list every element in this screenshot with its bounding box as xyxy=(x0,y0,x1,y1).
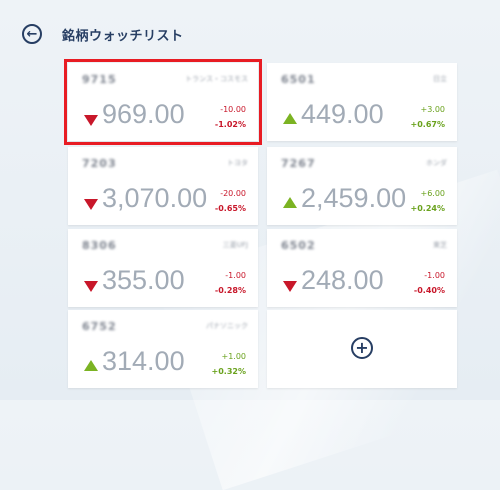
stock-name: パナソニック xyxy=(206,322,248,330)
stock-code: 9715 xyxy=(82,73,117,86)
stock-tile[interactable]: 7267 ホンダ 2,459.00 +6.00 +0.24% xyxy=(267,147,457,225)
stock-tile[interactable]: 7203 トヨタ 3,070.00 -20.00 -0.65% xyxy=(68,147,258,225)
percent-change: +0.32% xyxy=(211,367,246,376)
stock-price: 355.00 xyxy=(102,265,185,295)
stock-name: トランス・コスモス xyxy=(185,75,248,83)
stock-name: 東芝 xyxy=(433,241,447,249)
down-arrow-icon xyxy=(84,199,98,210)
stock-code: 7267 xyxy=(281,157,316,170)
stock-tile[interactable]: 6752 パナソニック 314.00 +1.00 +0.32% xyxy=(68,310,258,388)
stock-name: 三菱UFJ xyxy=(222,241,248,249)
stock-price: 3,070.00 xyxy=(102,183,208,213)
header: ← 銘柄ウォッチリスト xyxy=(22,22,184,46)
price-change: -1.00 xyxy=(225,271,246,280)
stock-name: ホンダ xyxy=(426,159,447,167)
percent-change: -0.28% xyxy=(214,286,246,295)
up-arrow-icon xyxy=(84,360,98,371)
stock-price: 314.00 xyxy=(102,346,185,376)
up-arrow-icon xyxy=(283,113,297,124)
percent-change: -1.02% xyxy=(214,120,246,129)
price-change: +6.00 xyxy=(420,189,445,198)
stock-code: 6502 xyxy=(281,239,316,252)
stock-code: 6501 xyxy=(281,73,316,86)
back-arrow-icon: ← xyxy=(26,26,38,42)
stock-price: 2,459.00 xyxy=(301,183,407,213)
stock-tile[interactable]: 6501 日立 449.00 +3.00 +0.67% xyxy=(267,63,457,141)
stock-name: トヨタ xyxy=(227,159,248,167)
stock-price: 449.00 xyxy=(301,99,384,129)
down-arrow-icon xyxy=(84,281,98,292)
stock-price: 969.00 xyxy=(102,99,185,129)
plus-circle-icon: + xyxy=(351,337,373,359)
stock-code: 6752 xyxy=(82,320,117,333)
up-arrow-icon xyxy=(283,197,297,208)
price-change: -10.00 xyxy=(220,105,246,114)
price-change: +3.00 xyxy=(420,105,445,114)
price-change: +1.00 xyxy=(221,352,246,361)
stock-code: 8306 xyxy=(82,239,117,252)
add-stock-button[interactable]: + xyxy=(267,310,457,388)
percent-change: -0.65% xyxy=(214,204,246,213)
down-arrow-icon xyxy=(283,281,297,292)
stock-tile[interactable]: 9715 トランス・コスモス 969.00 -10.00 -1.02% xyxy=(64,59,262,145)
back-button[interactable]: ← xyxy=(22,24,42,44)
stock-name: 日立 xyxy=(433,75,447,83)
price-change: -20.00 xyxy=(220,189,246,198)
page-title: 銘柄ウォッチリスト xyxy=(62,28,184,44)
percent-change: +0.24% xyxy=(410,204,445,213)
price-change: -1.00 xyxy=(424,271,445,280)
stock-code: 7203 xyxy=(82,157,117,170)
stock-tile[interactable]: 8306 三菱UFJ 355.00 -1.00 -0.28% xyxy=(68,229,258,307)
down-arrow-icon xyxy=(84,115,98,126)
percent-change: +0.67% xyxy=(410,120,445,129)
stock-price: 248.00 xyxy=(301,265,384,295)
stock-tile[interactable]: 6502 東芝 248.00 -1.00 -0.40% xyxy=(267,229,457,307)
percent-change: -0.40% xyxy=(413,286,445,295)
